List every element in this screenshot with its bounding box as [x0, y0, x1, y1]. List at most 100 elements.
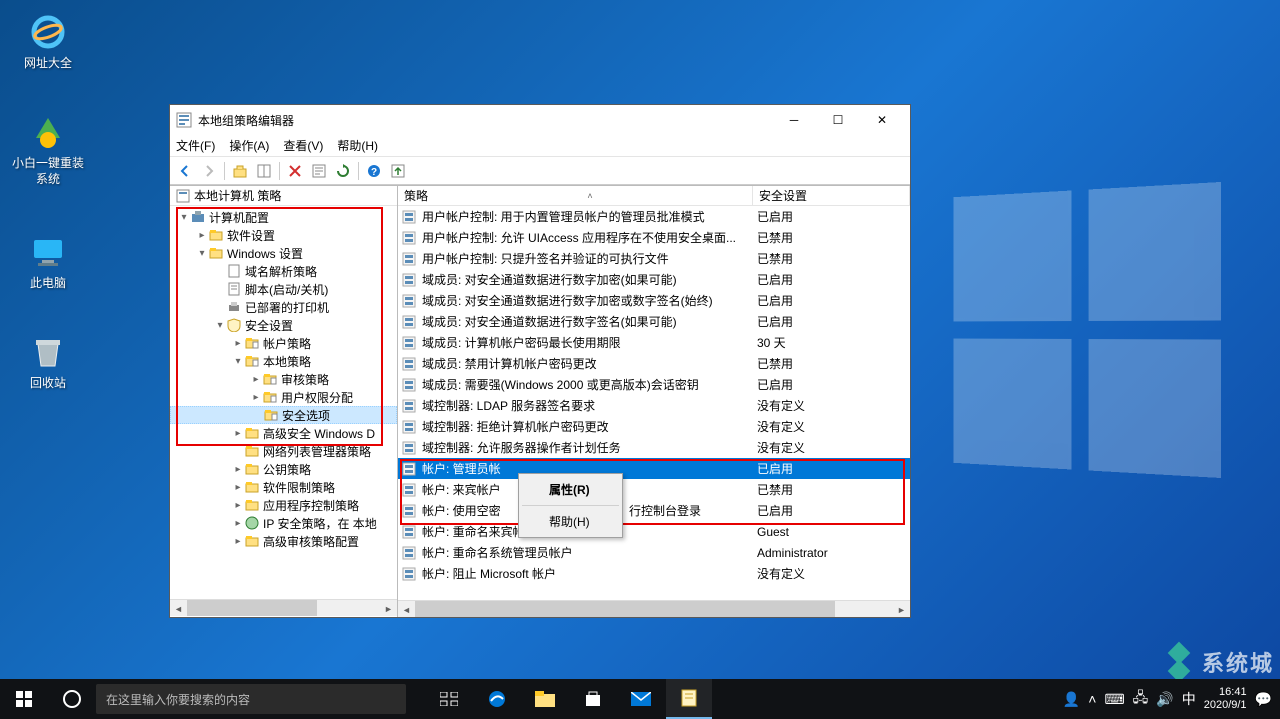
- nav-forward-button[interactable]: [198, 160, 220, 182]
- list-row[interactable]: 帐户: 管理员帐已启用: [398, 458, 910, 479]
- tree-twisty-icon[interactable]: ▸: [232, 518, 244, 529]
- tray-keyboard-icon[interactable]: ⌨: [1104, 691, 1124, 708]
- list-row[interactable]: 用户帐户控制: 用于内置管理员帐户的管理员批准模式已启用: [398, 206, 910, 227]
- tree-twisty-icon[interactable]: ▸: [232, 464, 244, 475]
- context-menu-help[interactable]: 帮助(H): [521, 508, 620, 535]
- export-button[interactable]: [387, 160, 409, 182]
- column-policy[interactable]: 策略˄: [398, 186, 753, 205]
- desktop-icon-recycle-bin[interactable]: 回收站: [12, 332, 84, 392]
- tree-twisty-icon[interactable]: ▸: [232, 500, 244, 511]
- up-button[interactable]: [229, 160, 251, 182]
- menu-help[interactable]: 帮助(H): [337, 137, 378, 154]
- tree-twisty-icon[interactable]: ▾: [214, 320, 226, 331]
- tree-twisty-icon[interactable]: ▾: [196, 248, 208, 259]
- list-row[interactable]: 域成员: 对安全通道数据进行数字加密(如果可能)已启用: [398, 269, 910, 290]
- tray-people-icon[interactable]: 👤: [1063, 691, 1080, 708]
- tree-twisty-icon[interactable]: ▸: [196, 230, 208, 241]
- properties-button[interactable]: [308, 160, 330, 182]
- tree-item[interactable]: ▸软件限制策略: [170, 478, 397, 496]
- tree-item[interactable]: ▸应用程序控制策略: [170, 496, 397, 514]
- tree-twisty-icon[interactable]: ▸: [250, 392, 262, 403]
- tray-network-icon[interactable]: 🖧: [1133, 687, 1149, 711]
- tray-chevron-up-icon[interactable]: ˄: [1088, 691, 1096, 707]
- tree-item[interactable]: ▾计算机配置: [170, 208, 397, 226]
- list-row[interactable]: 帐户: 重命名来宾帐户Guest: [398, 521, 910, 542]
- desktop-icon-this-pc[interactable]: 此电脑: [12, 232, 84, 292]
- list-row[interactable]: 帐户: 阻止 Microsoft 帐户没有定义: [398, 563, 910, 584]
- list-row[interactable]: 域控制器: 拒绝计算机帐户密码更改没有定义: [398, 416, 910, 437]
- taskbar-store[interactable]: [570, 679, 616, 719]
- desktop-icon-reinstall[interactable]: 小白一键重装系统: [12, 112, 84, 187]
- tree-item[interactable]: ▸审核策略: [170, 370, 397, 388]
- taskbar-gpedit-active[interactable]: [666, 679, 712, 719]
- list-row[interactable]: 帐户: 使用空密行控制台登录已启用: [398, 500, 910, 521]
- tree-item[interactable]: 安全选项: [170, 406, 397, 424]
- tree-item[interactable]: 域名解析策略: [170, 262, 397, 280]
- maximize-button[interactable]: ☐: [816, 105, 860, 135]
- tree-item[interactable]: ▾安全设置: [170, 316, 397, 334]
- task-view-button[interactable]: [426, 679, 472, 719]
- delete-button[interactable]: [284, 160, 306, 182]
- tree-twisty-icon[interactable]: ▸: [232, 338, 244, 349]
- tray-clock[interactable]: 16:41 2020/9/1: [1204, 686, 1247, 712]
- taskbar-mail[interactable]: [618, 679, 664, 719]
- tree-item[interactable]: 脚本(启动/关机): [170, 280, 397, 298]
- start-button[interactable]: [0, 679, 48, 719]
- cortana-button[interactable]: [48, 679, 96, 719]
- list-row[interactable]: 域成员: 禁用计算机帐户密码更改已禁用: [398, 353, 910, 374]
- column-security-setting[interactable]: 安全设置: [753, 186, 910, 205]
- tree-item[interactable]: ▾Windows 设置: [170, 244, 397, 262]
- desktop-icon-browser[interactable]: 网址大全: [12, 12, 84, 72]
- list-row[interactable]: 域成员: 需要强(Windows 2000 或更高版本)会话密钥已启用: [398, 374, 910, 395]
- list-scrollbar-horizontal[interactable]: ◄ ►: [398, 600, 910, 617]
- tree-item[interactable]: 网络列表管理器策略: [170, 442, 397, 460]
- tree-item[interactable]: 已部署的打印机: [170, 298, 397, 316]
- tray-volume-icon[interactable]: 🔊: [1156, 691, 1173, 708]
- tray-notifications-icon[interactable]: 💬: [1255, 691, 1272, 708]
- context-menu-properties[interactable]: 属性(R): [521, 476, 620, 503]
- list-row[interactable]: 用户帐户控制: 只提升签名并验证的可执行文件已禁用: [398, 248, 910, 269]
- tray-ime-icon[interactable]: 中: [1182, 689, 1196, 709]
- list-row[interactable]: 域控制器: LDAP 服务器签名要求没有定义: [398, 395, 910, 416]
- show-hide-button[interactable]: [253, 160, 275, 182]
- tree-item[interactable]: ▾本地策略: [170, 352, 397, 370]
- list-row[interactable]: 帐户: 来宾帐户已禁用: [398, 479, 910, 500]
- tree[interactable]: ▾计算机配置▸软件设置▾Windows 设置 域名解析策略 脚本(启动/关机) …: [170, 206, 397, 599]
- tree-item[interactable]: ▸帐户策略: [170, 334, 397, 352]
- tree-scrollbar-horizontal[interactable]: ◄ ►: [170, 599, 397, 616]
- tree-item[interactable]: ▸高级审核策略配置: [170, 532, 397, 550]
- list-row[interactable]: 域控制器: 允许服务器操作者计划任务没有定义: [398, 437, 910, 458]
- nav-back-button[interactable]: [174, 160, 196, 182]
- menu-view[interactable]: 查看(V): [283, 137, 323, 154]
- tree-twisty-icon[interactable]: ▸: [250, 374, 262, 385]
- list-row[interactable]: 域成员: 对安全通道数据进行数字签名(如果可能)已启用: [398, 311, 910, 332]
- tree-twisty-icon[interactable]: ▸: [232, 482, 244, 493]
- tree-item[interactable]: ▸软件设置: [170, 226, 397, 244]
- tree-item[interactable]: ▸IP 安全策略，在 本地: [170, 514, 397, 532]
- tree-item[interactable]: ▸用户权限分配: [170, 388, 397, 406]
- search-box[interactable]: 在这里输入你要搜索的内容: [96, 684, 406, 714]
- list-row[interactable]: 域成员: 对安全通道数据进行数字加密或数字签名(始终)已启用: [398, 290, 910, 311]
- minimize-button[interactable]: ─: [772, 105, 816, 135]
- taskbar-explorer[interactable]: [522, 679, 568, 719]
- policy-list[interactable]: 用户帐户控制: 用于内置管理员帐户的管理员批准模式已启用用户帐户控制: 允许 U…: [398, 206, 910, 600]
- list-row[interactable]: 域成员: 计算机帐户密码最长使用期限30 天: [398, 332, 910, 353]
- tree-twisty-icon[interactable]: ▾: [232, 356, 244, 367]
- close-button[interactable]: ✕: [860, 105, 904, 135]
- refresh-button[interactable]: [332, 160, 354, 182]
- help-button[interactable]: ?: [363, 160, 385, 182]
- menu-file[interactable]: 文件(F): [176, 137, 215, 154]
- list-row[interactable]: 帐户: 重命名系统管理员帐户Administrator: [398, 542, 910, 563]
- list-header[interactable]: 策略˄ 安全设置: [398, 186, 910, 206]
- tree-twisty-icon[interactable]: ▾: [178, 212, 190, 223]
- list-row[interactable]: 用户帐户控制: 允许 UIAccess 应用程序在不使用安全桌面...已禁用: [398, 227, 910, 248]
- tree-twisty-icon[interactable]: ▸: [232, 428, 244, 439]
- menu-action[interactable]: 操作(A): [229, 137, 269, 154]
- titlebar[interactable]: 本地组策略编辑器 ─ ☐ ✕: [170, 105, 910, 135]
- taskbar-edge[interactable]: [474, 679, 520, 719]
- policy-name: 域成员: 计算机帐户密码最长使用期限: [422, 334, 621, 351]
- tree-twisty-icon[interactable]: ▸: [232, 536, 244, 547]
- tree-item[interactable]: ▸高级安全 Windows D: [170, 424, 397, 442]
- tree-header[interactable]: 本地计算机 策略: [170, 186, 397, 206]
- tree-item[interactable]: ▸公钥策略: [170, 460, 397, 478]
